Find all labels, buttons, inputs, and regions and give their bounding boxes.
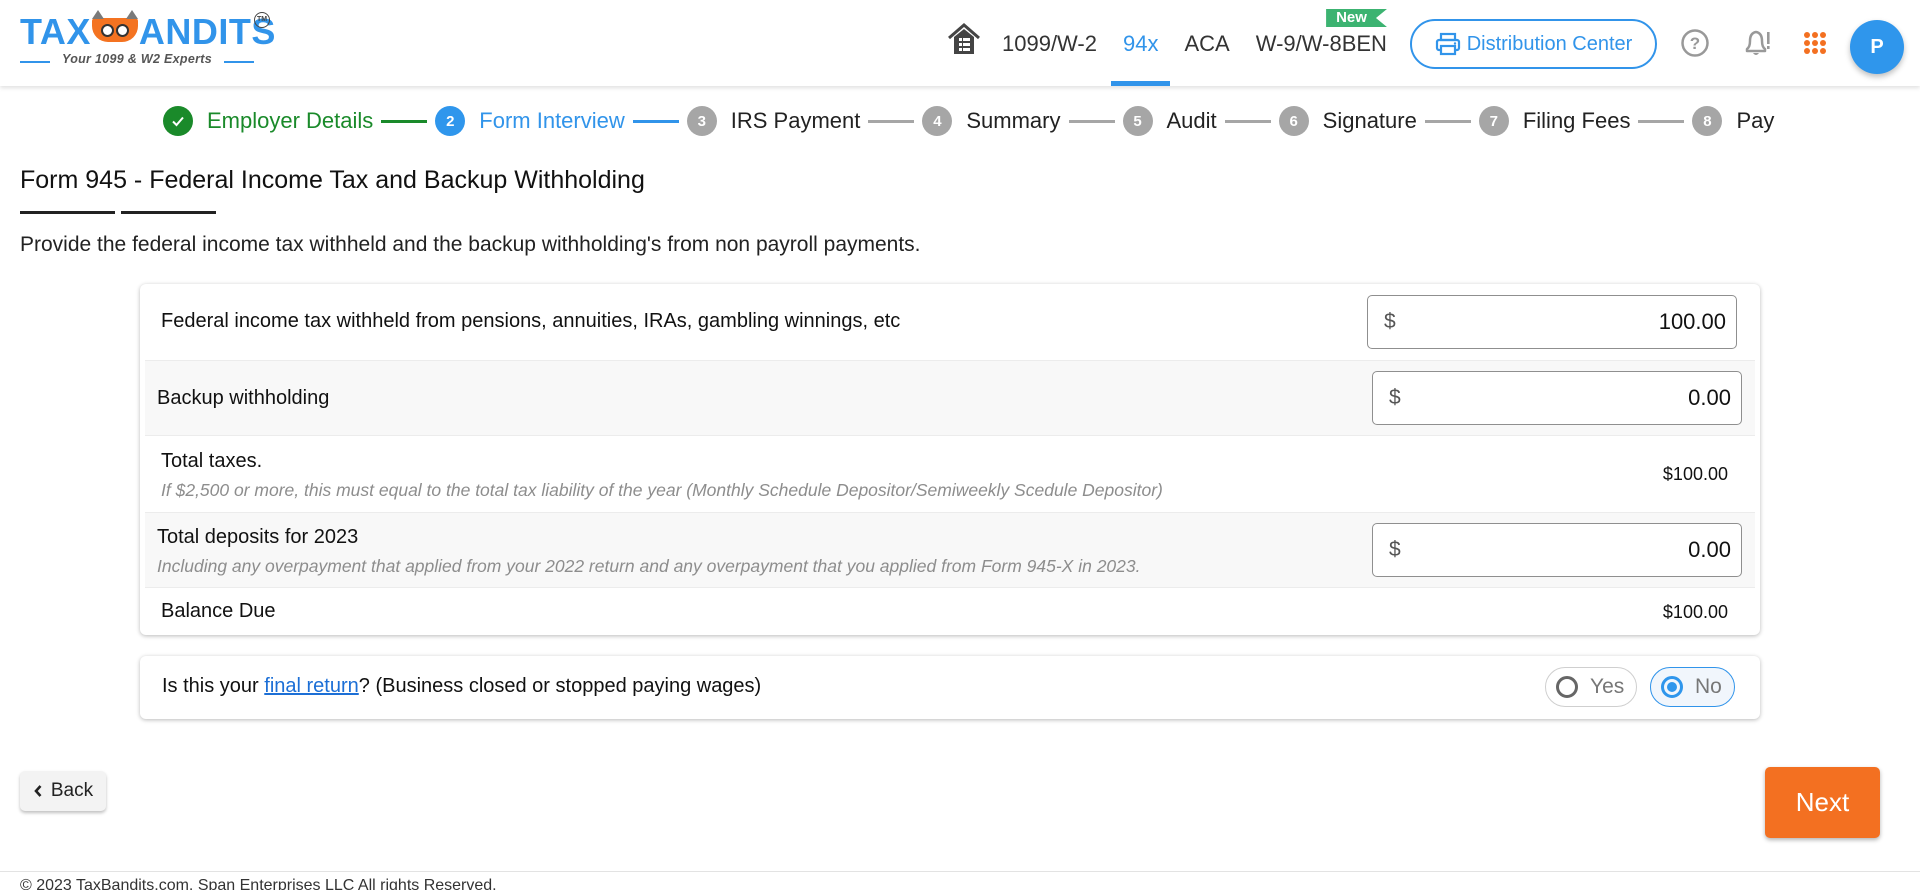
step-connector	[1224, 119, 1271, 123]
nav-w9-w8ben-label: W-9/W-8BEN	[1255, 31, 1387, 56]
total-taxes-value: $100.00	[1662, 464, 1728, 484]
final-return-card: Is this your final return? (Business clo…	[140, 656, 1760, 719]
step-employer-details[interactable]: Employer Details	[163, 106, 373, 136]
step-number: 7	[1478, 106, 1509, 136]
step-connector	[632, 119, 679, 123]
radio-unchecked-icon	[1556, 676, 1578, 698]
backup-withholding-row: Backup withholding $	[145, 360, 1755, 436]
page-title: Form 945 - Federal Income Tax and Backup…	[20, 166, 645, 194]
backup-withholding-input[interactable]	[1400, 385, 1731, 411]
nav-w9-w8ben[interactable]: W-9/W-8BEN New	[1256, 0, 1387, 86]
back-label: Back	[50, 780, 94, 801]
total-deposits-hint: Including any overpayment that applied f…	[157, 556, 1141, 576]
apps-grid-icon[interactable]	[1798, 26, 1832, 60]
final-return-yes-radio[interactable]: Yes	[1545, 667, 1638, 707]
step-label: Audit	[1166, 108, 1217, 133]
notification-bell-icon[interactable]	[1740, 26, 1774, 60]
step-connector	[1638, 119, 1685, 123]
nav-1099-w2[interactable]: 1099/W-2	[1002, 0, 1097, 86]
step-connector	[381, 119, 428, 123]
footer-divider	[0, 871, 1920, 872]
nav-aca[interactable]: ACA	[1184, 0, 1229, 86]
step-pay: 8 Pay	[1692, 106, 1774, 136]
step-number: 6	[1278, 106, 1309, 136]
federal-tax-label: Federal income tax withheld from pension…	[161, 310, 901, 332]
step-number: 4	[922, 106, 953, 136]
top-header: TAX ANDITS TM Your 1099 & W2 Experts 1099…	[0, 0, 1920, 86]
help-icon[interactable]: ?	[1678, 26, 1712, 60]
step-connector	[1068, 119, 1115, 123]
total-taxes-label: Total taxes.	[161, 450, 263, 472]
backup-withholding-label: Backup withholding	[157, 387, 330, 409]
user-avatar[interactable]: P	[1850, 20, 1904, 74]
owl-mascot-icon	[91, 10, 138, 42]
step-connector	[868, 119, 915, 123]
radio-label: Yes	[1590, 675, 1625, 698]
radio-checked-icon	[1661, 676, 1683, 698]
total-deposits-input[interactable]	[1400, 537, 1731, 563]
title-underline	[20, 211, 115, 214]
step-audit: 5 Audit	[1122, 106, 1217, 136]
printer-icon	[1435, 32, 1460, 56]
progress-stepper: Employer Details 2 Form Interview 3 IRS …	[163, 104, 1774, 138]
step-number: 5	[1122, 106, 1153, 136]
step-label: Signature	[1322, 108, 1417, 133]
federal-tax-row: Federal income tax withheld from pension…	[145, 284, 1755, 360]
final-return-no-radio[interactable]: No	[1650, 667, 1735, 707]
final-return-question: Is this your final return? (Business clo…	[162, 675, 762, 697]
new-badge: New	[1326, 9, 1387, 27]
step-number: 2	[435, 106, 466, 136]
distribution-center-button[interactable]: Distribution Center	[1410, 19, 1657, 69]
dollar-sign: $	[1384, 310, 1396, 333]
back-button[interactable]: Back	[20, 771, 106, 811]
total-deposits-field[interactable]: $	[1372, 523, 1742, 577]
step-signature: 6 Signature	[1278, 106, 1417, 136]
step-label: Summary	[966, 108, 1061, 133]
step-filing-fees: 7 Filing Fees	[1478, 106, 1631, 136]
step-form-interview[interactable]: 2 Form Interview	[435, 106, 625, 136]
step-number: 8	[1692, 106, 1723, 136]
logo-tagline: Your 1099 & W2 Experts	[20, 52, 254, 66]
home-icon[interactable]	[946, 21, 982, 57]
trademark-icon: TM	[254, 12, 270, 28]
step-label: Pay	[1736, 108, 1775, 133]
checkmark-icon	[163, 106, 193, 136]
step-label: IRS Payment	[730, 108, 861, 133]
dollar-sign: $	[1389, 386, 1401, 409]
chevron-left-icon	[34, 785, 42, 797]
tax-form-card: Federal income tax withheld from pension…	[140, 284, 1760, 635]
nav-94x[interactable]: 94x	[1110, 0, 1172, 86]
step-connector	[1424, 119, 1471, 123]
balance-due-row: Balance Due $100.00	[145, 588, 1755, 634]
step-label: Employer Details	[207, 108, 374, 133]
final-return-link[interactable]: final return	[264, 675, 359, 697]
svg-text:?: ?	[1690, 34, 1700, 53]
radio-label: No	[1695, 675, 1722, 698]
federal-tax-field[interactable]: $	[1367, 295, 1737, 349]
total-deposits-row: Total deposits for 2023 Including any ov…	[145, 512, 1755, 588]
federal-tax-input[interactable]	[1395, 309, 1726, 335]
total-deposits-label: Total deposits for 2023	[157, 526, 359, 548]
next-button[interactable]: Next	[1765, 767, 1880, 838]
total-taxes-hint: If $2,500 or more, this must equal to th…	[161, 480, 1163, 500]
main-nav: 1099/W-2 94x ACA W-9/W-8BEN New	[946, 0, 1413, 86]
footer-copyright: © 2023 TaxBandits.com, Span Enterprises …	[20, 877, 497, 890]
taxbandits-logo[interactable]: TAX ANDITS TM Your 1099 & W2 Experts	[20, 10, 276, 72]
step-number: 3	[686, 106, 717, 136]
backup-withholding-field[interactable]: $	[1372, 371, 1742, 425]
step-label: Form Interview	[479, 108, 625, 133]
dollar-sign: $	[1389, 538, 1401, 561]
step-label: Filing Fees	[1522, 108, 1631, 133]
step-summary: 4 Summary	[922, 106, 1061, 136]
step-irs-payment: 3 IRS Payment	[686, 106, 861, 136]
total-taxes-row: Total taxes. If $2,500 or more, this mus…	[145, 436, 1755, 512]
title-underline	[121, 211, 216, 214]
page-description: Provide the federal income tax withheld …	[20, 233, 921, 256]
balance-due-value: $100.00	[1662, 602, 1728, 622]
balance-due-label: Balance Due	[161, 600, 276, 622]
distribution-center-label: Distribution Center	[1466, 32, 1633, 55]
logo-wordmark: TAX ANDITS	[20, 10, 276, 52]
